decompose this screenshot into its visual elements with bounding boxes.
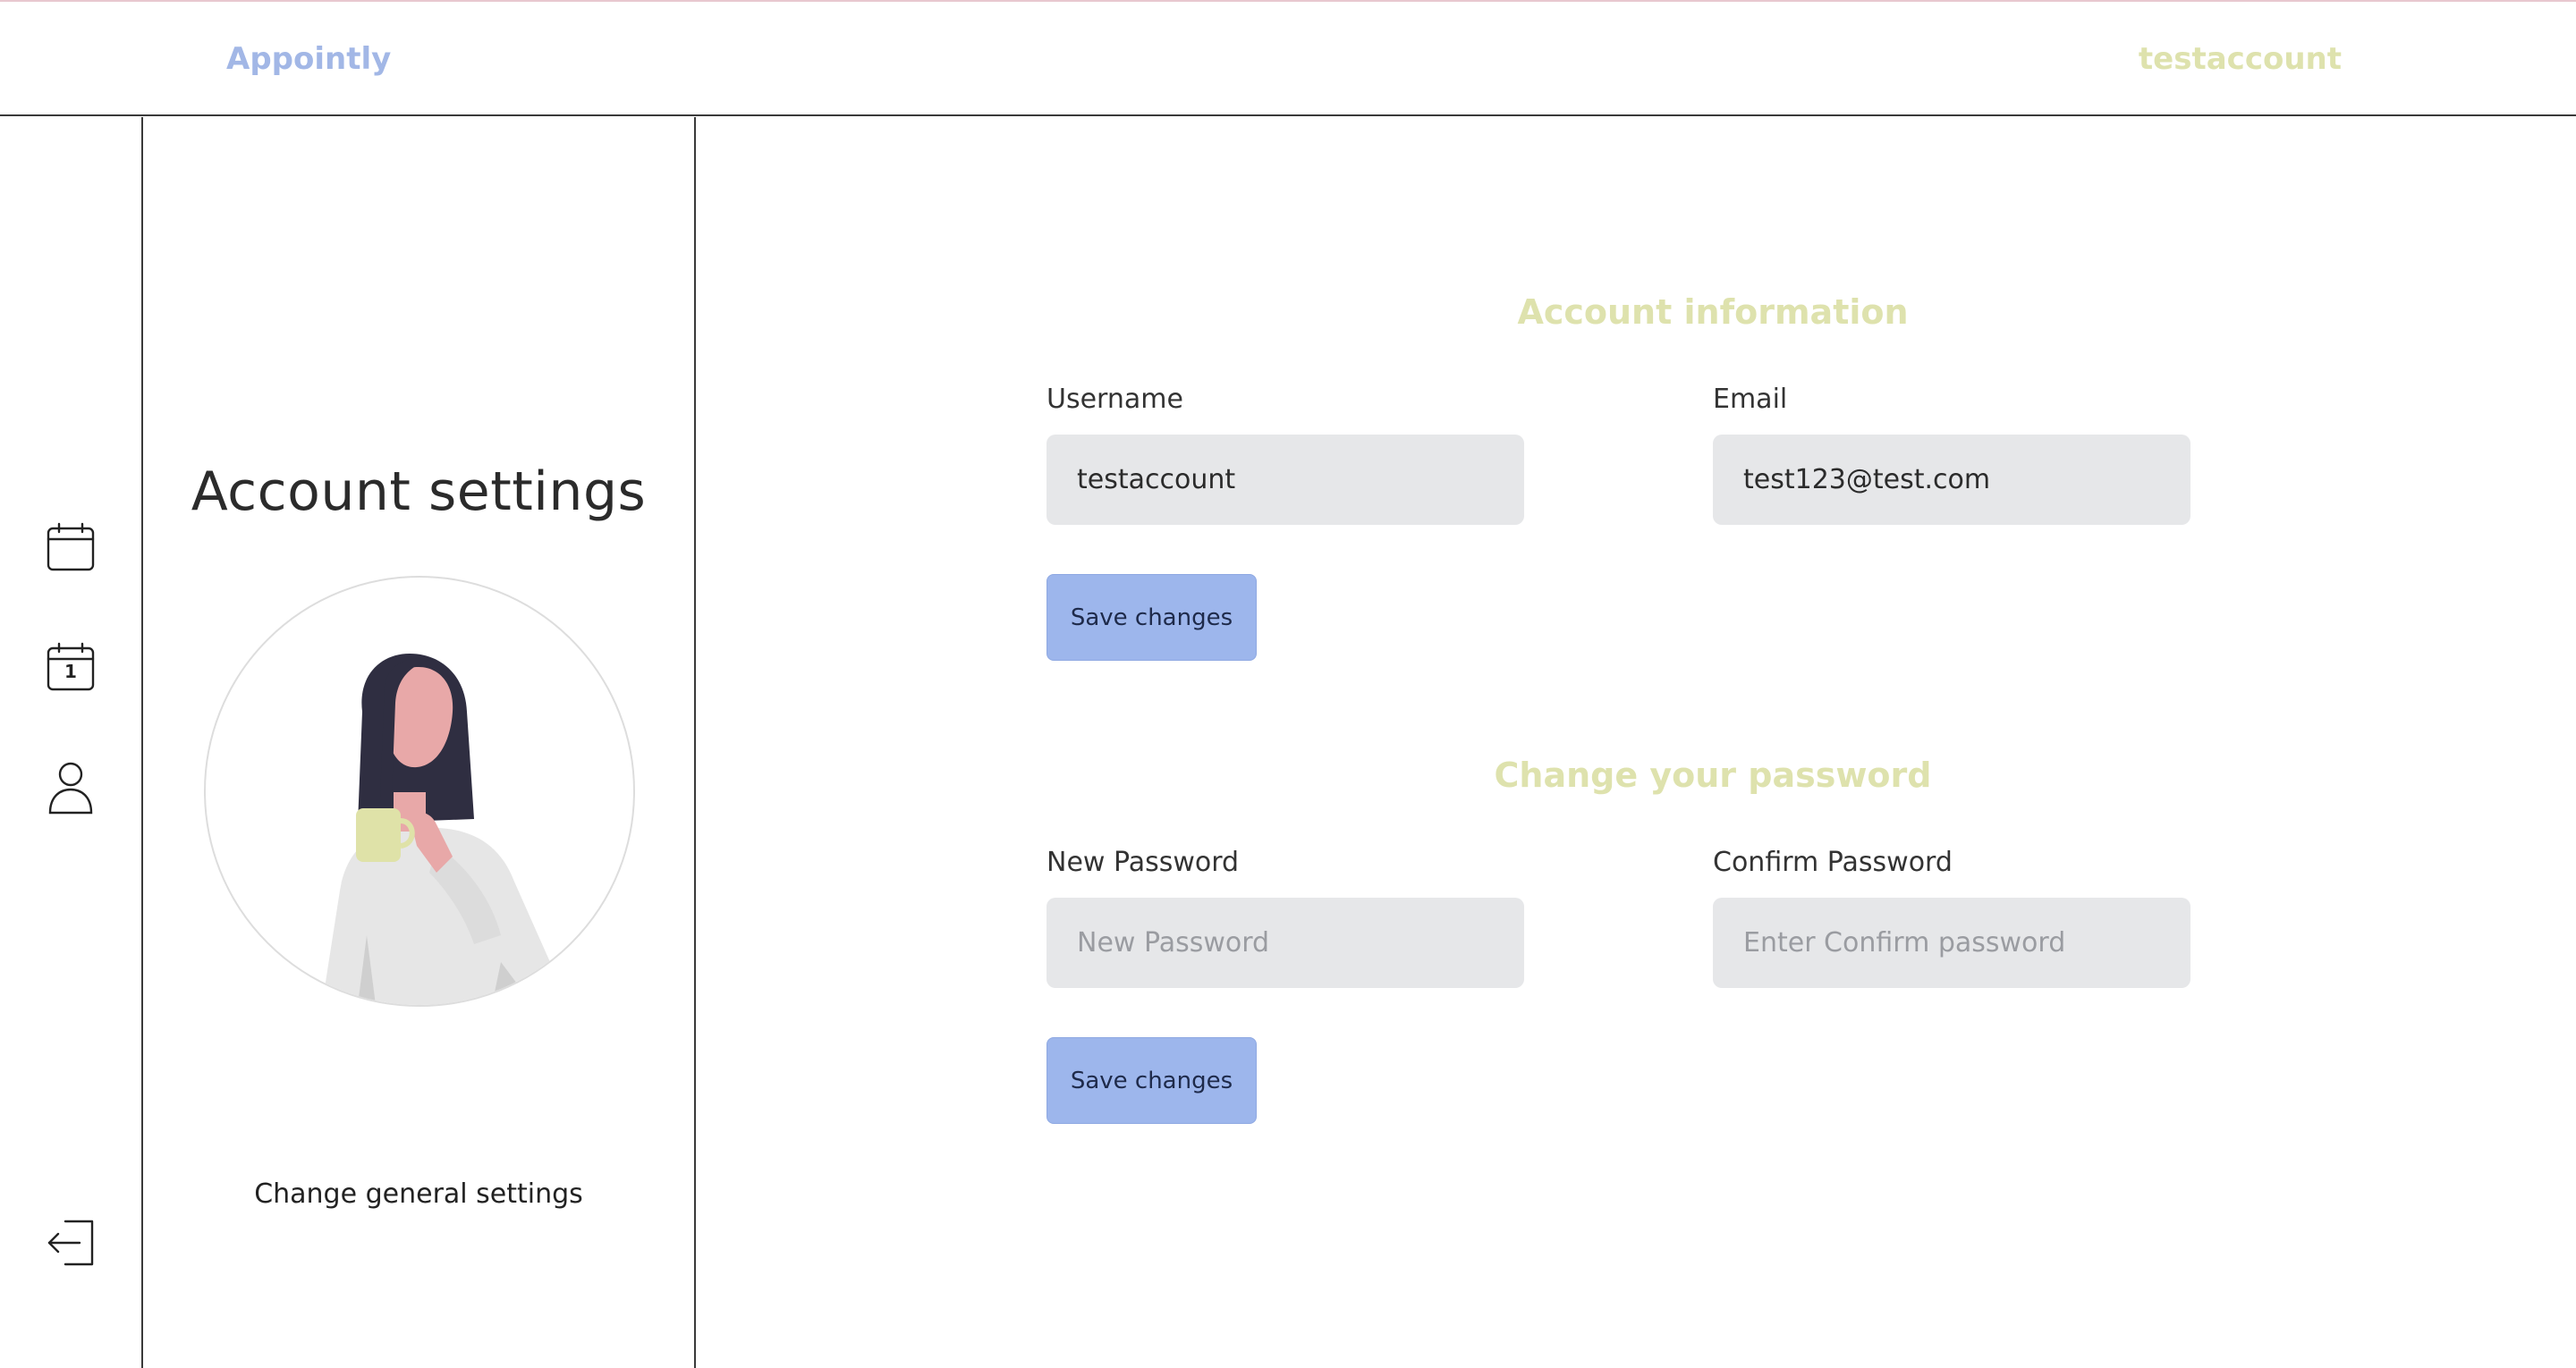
settings-main: Account information Username Email Save … bbox=[698, 117, 2576, 1368]
new-password-input[interactable] bbox=[1046, 898, 1524, 988]
save-account-button[interactable]: Save changes bbox=[1046, 574, 1257, 661]
sidebar-item-calendar[interactable] bbox=[43, 519, 98, 575]
sidebar-item-calendar-day[interactable]: 1 bbox=[43, 639, 98, 695]
confirm-password-label: Confirm Password bbox=[1713, 847, 1953, 878]
brand-logo-link[interactable]: Appointly bbox=[226, 41, 391, 77]
calendar-day-number: 1 bbox=[64, 661, 77, 682]
sidebar-item-account[interactable] bbox=[43, 760, 98, 815]
profile-illustration bbox=[204, 576, 635, 1007]
account-info-heading: Account information bbox=[1517, 292, 1909, 332]
save-password-button[interactable]: Save changes bbox=[1046, 1037, 1257, 1124]
calendar-icon bbox=[45, 521, 97, 573]
new-password-label: New Password bbox=[1046, 847, 1240, 878]
confirm-password-input[interactable] bbox=[1713, 898, 2190, 988]
icon-sidebar: 1 bbox=[0, 117, 143, 1368]
page-title: Account settings bbox=[191, 460, 647, 523]
panel-caption: Change general settings bbox=[254, 1178, 583, 1210]
current-user-name[interactable]: testaccount bbox=[2139, 41, 2342, 77]
top-header: Appointly testaccount bbox=[0, 2, 2576, 116]
page: Appointly testaccount 1 Account settings… bbox=[0, 0, 2576, 1368]
logout-icon bbox=[44, 1217, 97, 1269]
username-input[interactable] bbox=[1046, 435, 1524, 525]
username-label: Username bbox=[1046, 384, 1183, 415]
logout-button[interactable] bbox=[43, 1215, 98, 1271]
user-icon bbox=[45, 760, 97, 815]
email-label: Email bbox=[1713, 384, 1788, 415]
change-password-heading: Change your password bbox=[1494, 756, 1932, 795]
email-input[interactable] bbox=[1713, 435, 2190, 525]
settings-info-panel: Account settings Change general settings bbox=[143, 117, 696, 1368]
calendar-day-icon: 1 bbox=[45, 641, 97, 693]
